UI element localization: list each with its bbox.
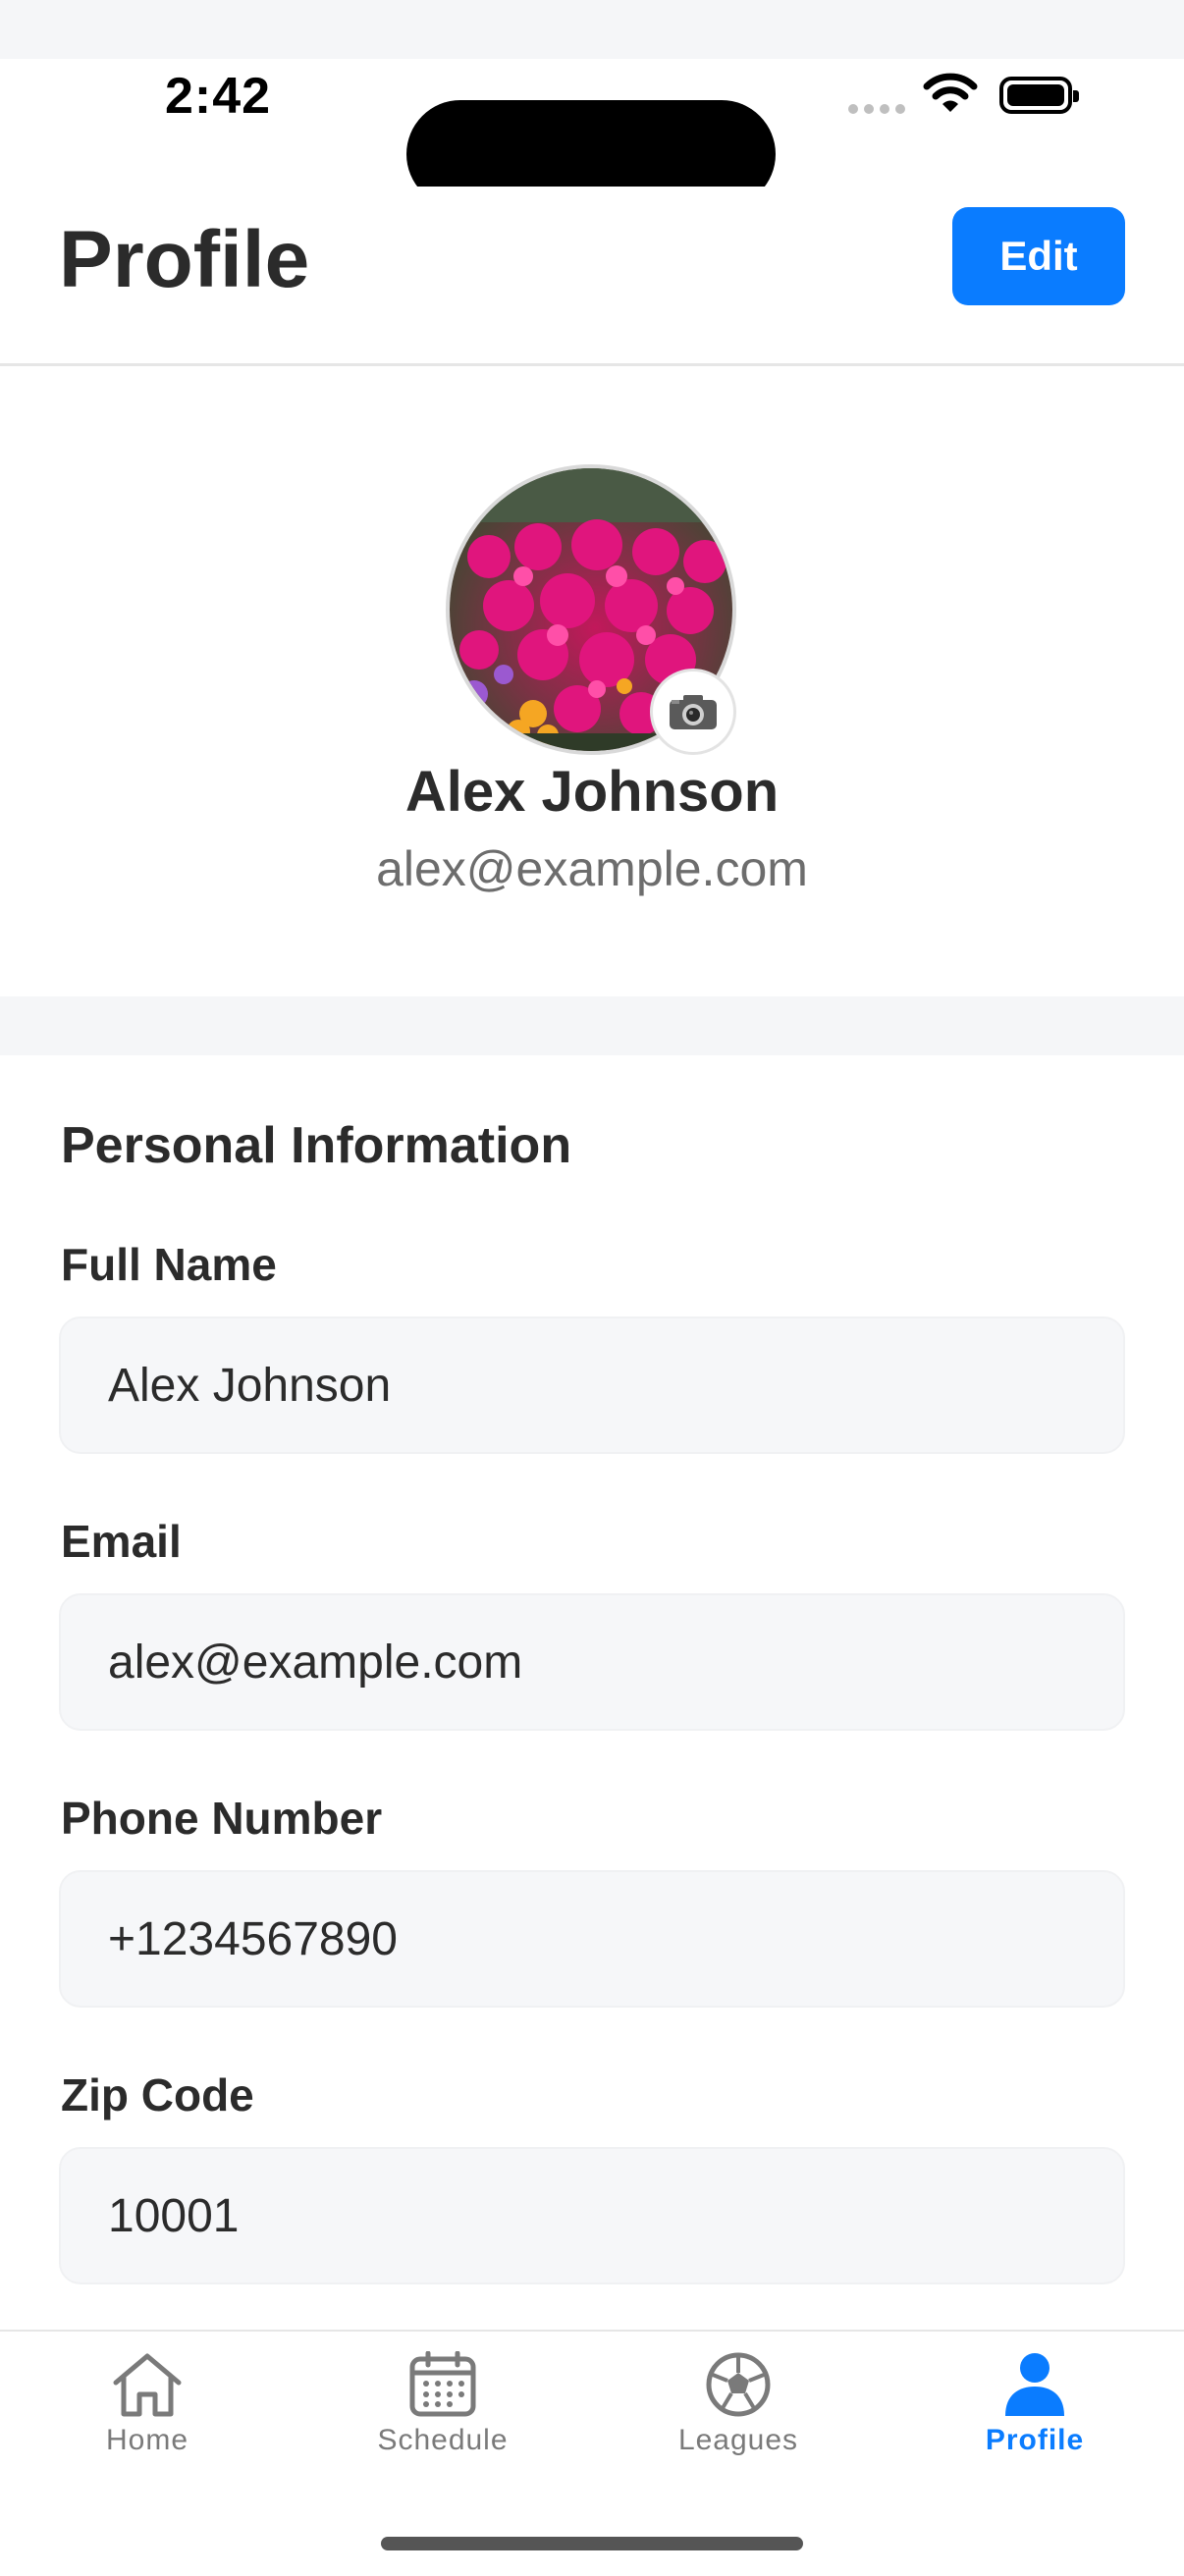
tab-schedule[interactable]: Schedule — [296, 2351, 590, 2457]
page-title: Profile — [59, 215, 310, 304]
status-bar: 2:42 — [0, 59, 1184, 208]
soccer-ball-icon — [706, 2352, 771, 2417]
battery-icon — [999, 77, 1079, 114]
email-label: Email — [61, 1516, 182, 1567]
zip-code-field[interactable]: 10001 — [59, 2147, 1125, 2284]
phone-field[interactable]: +1234567890 — [59, 1870, 1125, 2008]
edit-button[interactable]: Edit — [952, 207, 1125, 305]
tab-profile-label: Profile — [985, 2424, 1085, 2456]
tab-leagues[interactable]: Leagues — [591, 2351, 886, 2457]
tab-home[interactable]: Home — [0, 2351, 295, 2457]
profile-email: alex@example.com — [376, 841, 808, 896]
tab-schedule-label: Schedule — [377, 2424, 509, 2456]
profile-name: Alex Johnson — [404, 760, 780, 824]
personal-info-section: Personal Information Full Name Alex John… — [0, 1055, 1184, 2332]
phone-label: Phone Number — [61, 1793, 383, 1844]
signal-dots-icon — [848, 104, 905, 114]
person-icon — [1005, 2353, 1064, 2416]
profile-card: Alex Johnson alex@example.com — [0, 366, 1184, 996]
section-title: Personal Information — [61, 1117, 572, 1174]
full-name-label: Full Name — [61, 1239, 277, 1290]
calendar-icon — [409, 2351, 476, 2417]
status-time: 2:42 — [165, 68, 272, 125]
home-icon — [113, 2353, 182, 2417]
email-field[interactable]: alex@example.com — [59, 1593, 1125, 1731]
full-name-field[interactable]: Alex Johnson — [59, 1316, 1125, 1454]
tab-leagues-label: Leagues — [677, 2424, 799, 2456]
wifi-icon — [923, 73, 978, 112]
tab-home-label: Home — [105, 2424, 189, 2456]
header: Profile Edit — [0, 187, 1184, 366]
camera-icon — [670, 695, 717, 729]
avatar-wrapper[interactable] — [446, 464, 736, 755]
change-photo-button[interactable] — [650, 669, 736, 755]
tab-profile[interactable]: Profile — [888, 2351, 1182, 2457]
home-indicator[interactable] — [381, 2537, 803, 2550]
zip-code-label: Zip Code — [61, 2069, 254, 2120]
